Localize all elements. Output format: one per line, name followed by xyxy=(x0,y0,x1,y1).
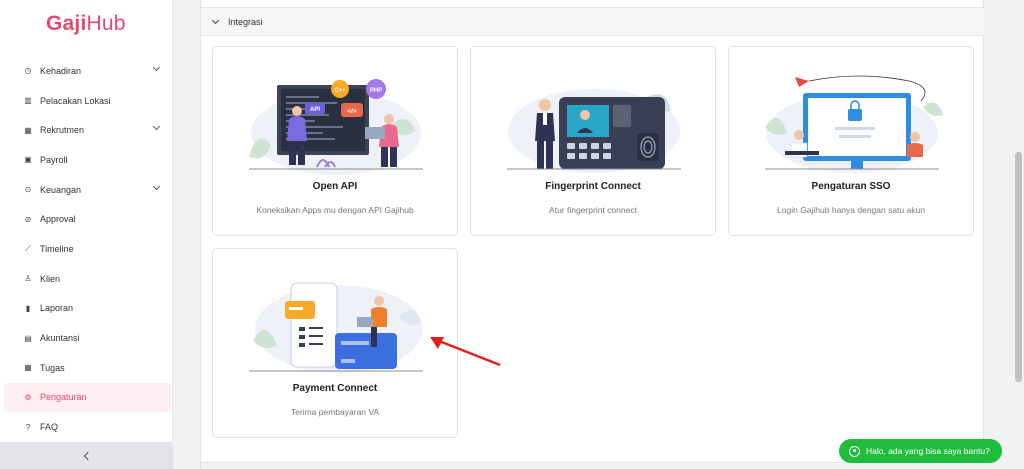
sidebar-item-label: FAQ xyxy=(40,422,59,433)
check-circle-icon: ⊘ xyxy=(24,214,32,224)
chat-help-button[interactable]: Halo, ada yang bisa saya bantu? xyxy=(839,439,1002,463)
chevron-left-icon xyxy=(83,451,93,460)
collapse-sidebar-button[interactable] xyxy=(0,442,173,469)
sidebar-item-klien[interactable]: ♙ Klien xyxy=(4,264,171,294)
sidebar-item-pelacakan-lokasi[interactable]: ▥ Pelacakan Lokasi xyxy=(4,86,171,116)
payroll-icon: ▣ xyxy=(24,155,32,165)
trend-icon: ⟋ xyxy=(25,243,31,253)
integration-card-fingerprint-connect[interactable]: Fingerprint Connect Atur fingerprint con… xyxy=(470,46,716,236)
sidebar-item-label: Tugas xyxy=(40,362,65,373)
card-description: Koneksikan Apps mu dengan API Gajihub xyxy=(256,205,414,215)
open-api-illustration: API C++ PHP </> xyxy=(249,79,423,175)
grid-icon: ▦ xyxy=(24,125,32,135)
bar-chart-icon: ▮ xyxy=(25,303,31,313)
sidebar-item-timeline[interactable]: ⟋ Timeline xyxy=(4,234,171,264)
section-header-integrasi[interactable]: Integrasi xyxy=(201,7,985,36)
sidebar-item-rekrutmen[interactable]: ▦ Rekrutmen xyxy=(4,115,171,145)
fingerprint-illustration xyxy=(507,89,681,173)
cpp-badge: C++ xyxy=(334,88,346,94)
card-title: Fingerprint Connect xyxy=(545,181,641,192)
sidebar-item-label: Payroll xyxy=(40,154,68,165)
question-icon: ? xyxy=(25,422,31,432)
calendar-icon: ▦ xyxy=(24,363,32,373)
card-title: Payment Connect xyxy=(292,383,378,394)
whatsapp-icon xyxy=(849,445,860,457)
sidebar-item-label: Rekrutmen xyxy=(40,125,85,136)
sidebar-item-label: Klien xyxy=(40,273,61,284)
sidebar-item-label: Keuangan xyxy=(40,184,82,195)
annotation-arrow-icon xyxy=(430,337,501,367)
money-icon: ⊙ xyxy=(24,185,32,195)
chevron-down-icon[interactable] xyxy=(152,123,161,131)
sso-illustration xyxy=(765,75,943,173)
sidebar-item-label: Approval xyxy=(40,214,76,225)
scrollbar-thumb[interactable] xyxy=(1015,152,1022,382)
payment-illustration xyxy=(249,282,423,373)
card-description: Terima pembayaran VA xyxy=(290,407,380,417)
main-content: Integrasi API C++ PHP </> Open API Konek… xyxy=(200,0,985,469)
sidebar-item-akuntansi[interactable]: ▤ Akuntansi xyxy=(4,323,171,353)
sidebar-item-label: Pelacakan Lokasi xyxy=(40,95,111,106)
chevron-down-icon xyxy=(211,16,220,24)
gajihub-logo[interactable]: GajiHub xyxy=(46,12,126,36)
sidebar-item-laporan[interactable]: ▮ Laporan xyxy=(4,294,171,324)
sidebar-item-faq[interactable]: ? FAQ xyxy=(4,412,171,442)
clock-icon: ◷ xyxy=(24,66,32,76)
section-divider xyxy=(201,462,985,469)
php-badge: PHP xyxy=(370,88,382,94)
integration-card-open-api[interactable]: API C++ PHP </> Open API Koneksikan Apps… xyxy=(212,46,458,236)
sidebar-item-label: Kehadiran xyxy=(40,65,82,76)
card-title: Open API xyxy=(312,181,358,192)
sidebar-nav: ◷ Kehadiran ▥ Pelacakan Lokasi ▦ Rekrutmen ▣ Pa… xyxy=(0,56,173,442)
card-title: Pengaturan SSO xyxy=(811,181,891,192)
integration-card-sso[interactable]: Pengaturan SSO Login Gajihub hanya denga… xyxy=(728,46,974,236)
sidebar-item-keuangan[interactable]: ⊙ Keuangan xyxy=(4,175,171,205)
client-icon: ♙ xyxy=(24,274,32,284)
sidebar: GajiHub ◷ Kehadiran ▥ Pelacakan Lokasi ▦ Rekr… xyxy=(0,0,173,469)
api-badge: API xyxy=(310,107,320,113)
sidebar-item-label: Pengaturan xyxy=(40,392,87,403)
chat-label: Halo, ada yang bisa saya bantu? xyxy=(866,446,990,456)
sidebar-item-label: Akuntansi xyxy=(40,333,80,344)
gear-icon: ⚙ xyxy=(24,392,32,402)
chevron-down-icon[interactable] xyxy=(152,63,161,72)
sidebar-item-kehadiran[interactable]: ◷ Kehadiran xyxy=(4,56,171,86)
section-title: Integrasi xyxy=(228,16,263,27)
sidebar-item-tugas[interactable]: ▦ Tugas xyxy=(4,353,171,383)
code-badge: </> xyxy=(347,108,357,115)
card-description: Login Gajihub hanya dengan satu akun xyxy=(777,205,925,215)
page-scrollbar[interactable] xyxy=(1013,0,1024,469)
card-description: Atur fingerprint connect xyxy=(549,205,637,215)
sidebar-item-label: Timeline xyxy=(40,243,74,254)
sidebar-item-payroll[interactable]: ▣ Payroll xyxy=(4,145,171,175)
sidebar-item-approval[interactable]: ⊘ Approval xyxy=(4,204,171,234)
sidebar-item-pengaturan[interactable]: ⚙ Pengaturan xyxy=(4,382,171,413)
chevron-down-icon[interactable] xyxy=(152,182,161,190)
book-icon: ▤ xyxy=(24,333,32,343)
sidebar-item-label: Laporan xyxy=(40,303,74,314)
map-icon: ▥ xyxy=(24,96,32,106)
